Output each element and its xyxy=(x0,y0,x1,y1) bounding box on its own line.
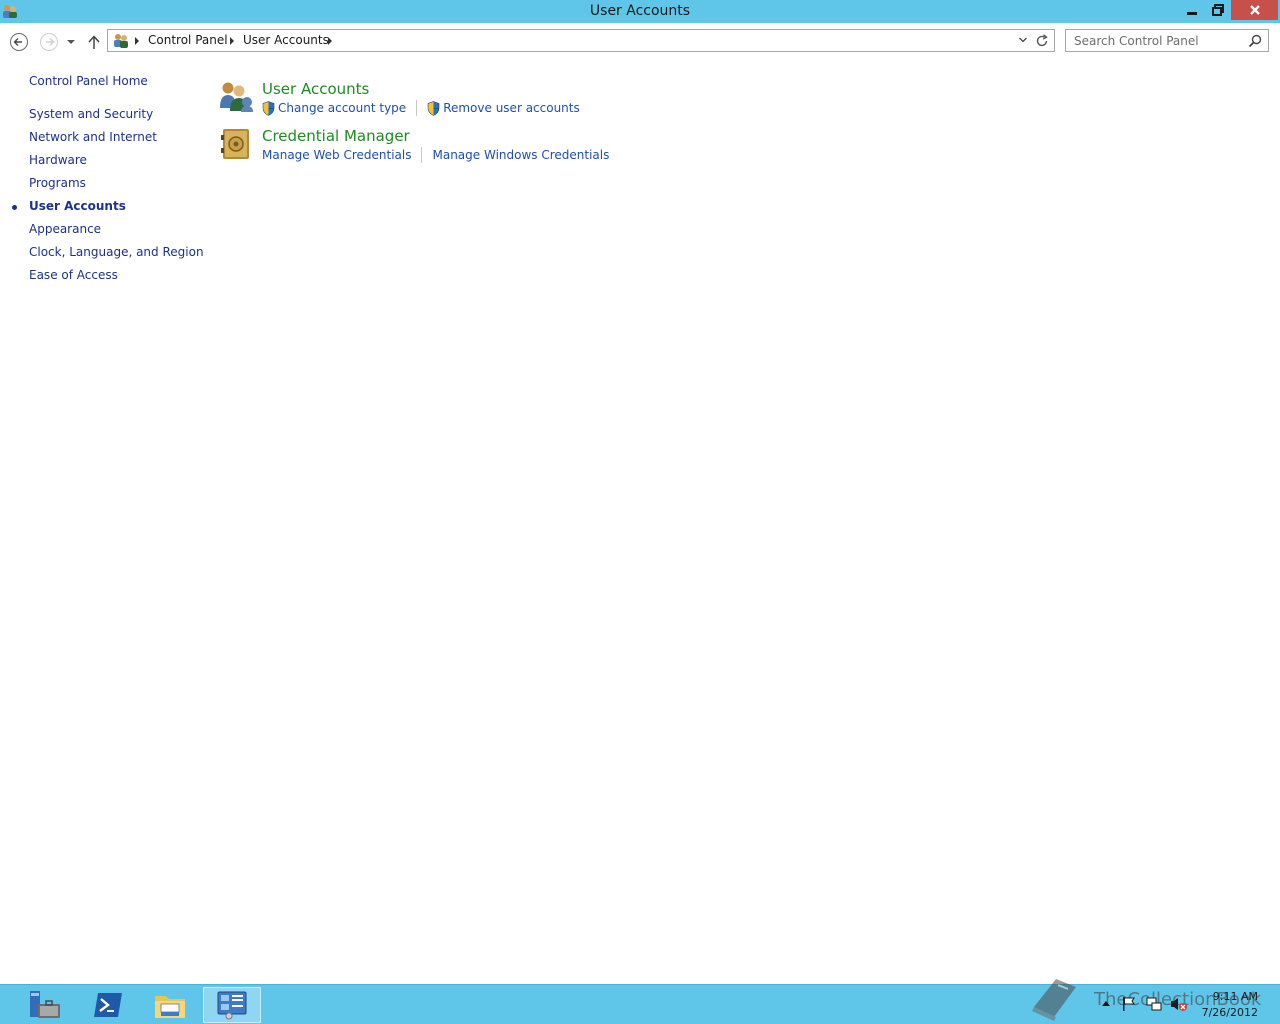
recent-locations-button[interactable] xyxy=(62,31,80,53)
forward-arrow-icon xyxy=(40,33,58,51)
uac-shield-icon xyxy=(427,100,440,116)
control-panel-icon xyxy=(217,991,247,1020)
sidebar-item-network-and-internet[interactable]: Network and Internet xyxy=(29,130,157,144)
breadcrumb-separator-icon[interactable] xyxy=(135,37,139,45)
manage-windows-credentials-link[interactable]: Manage Windows Credentials xyxy=(432,148,609,162)
back-button[interactable] xyxy=(8,31,30,53)
sidebar-item-system-and-security[interactable]: System and Security xyxy=(29,107,153,121)
file-explorer-icon xyxy=(155,996,185,1018)
volume-muted-icon[interactable] xyxy=(1170,996,1188,1012)
remove-user-accounts-label: Remove user accounts xyxy=(443,101,580,115)
back-arrow-icon xyxy=(10,33,28,51)
server-manager-icon xyxy=(30,991,60,1018)
minimize-icon xyxy=(1186,12,1197,15)
category-links: Change account type Remove user accounts xyxy=(262,100,580,116)
up-arrow-icon xyxy=(88,35,100,49)
remove-user-accounts-link[interactable]: Remove user accounts xyxy=(427,100,580,116)
category-title-credential-manager[interactable]: Credential Manager xyxy=(262,127,410,145)
taskbar-file-explorer[interactable] xyxy=(141,987,199,1023)
users-icon[interactable] xyxy=(217,78,253,114)
restore-button[interactable] xyxy=(1205,0,1231,20)
sidebar-item-control-panel-home[interactable]: Control Panel Home xyxy=(29,74,148,88)
sidebar-item-user-accounts: User Accounts xyxy=(29,199,126,213)
navigation-bar: Control Panel User Accounts xyxy=(0,23,1280,59)
breadcrumb-control-panel[interactable]: Control Panel xyxy=(148,33,228,47)
forward-button[interactable] xyxy=(38,31,60,53)
network-icon[interactable] xyxy=(1146,996,1162,1012)
search-box[interactable] xyxy=(1065,29,1269,52)
search-input[interactable] xyxy=(1066,30,1242,51)
close-button[interactable] xyxy=(1231,0,1278,20)
uac-shield-icon xyxy=(262,100,275,116)
control-panel-location-icon xyxy=(114,34,128,48)
address-history-dropdown-icon[interactable] xyxy=(1018,35,1028,45)
taskbar-server-manager[interactable] xyxy=(16,987,74,1023)
system-clock[interactable]: 9:11 AM 7/26/2012 xyxy=(1198,989,1258,1021)
taskbar-powershell[interactable] xyxy=(79,987,137,1023)
sidebar-item-hardware[interactable]: Hardware xyxy=(29,153,87,167)
category-links: Manage Web Credentials Manage Windows Cr… xyxy=(262,147,609,163)
window-title: User Accounts xyxy=(589,3,691,19)
action-center-flag-icon[interactable] xyxy=(1122,996,1136,1012)
address-bar[interactable]: Control Panel User Accounts xyxy=(107,29,1055,52)
close-icon xyxy=(1249,5,1260,15)
clock-date: 7/26/2012 xyxy=(1201,1006,1258,1019)
vault-icon[interactable] xyxy=(217,125,253,161)
sidebar-item-ease-of-access[interactable]: Ease of Access xyxy=(29,268,118,282)
powershell-icon xyxy=(94,993,122,1017)
taskbar: TheCollectionBook 9:11 AM 7/26/2012 xyxy=(0,979,1280,1024)
restore-icon xyxy=(1212,4,1224,16)
sidebar-item-appearance[interactable]: Appearance xyxy=(29,222,101,236)
book-icon xyxy=(1032,979,1076,1021)
clock-time: 9:11 AM xyxy=(1212,990,1258,1003)
taskbar-control-panel[interactable] xyxy=(203,987,261,1023)
breadcrumb-separator-icon[interactable] xyxy=(230,37,234,45)
link-divider xyxy=(421,147,423,163)
title-bar: User Accounts xyxy=(0,0,1280,23)
breadcrumb-separator-icon[interactable] xyxy=(328,37,332,45)
show-hidden-icons-icon[interactable] xyxy=(1101,999,1111,1007)
manage-web-credentials-link[interactable]: Manage Web Credentials xyxy=(262,148,411,162)
change-account-type-link[interactable]: Change account type xyxy=(262,100,407,116)
category-title-user-accounts[interactable]: User Accounts xyxy=(262,80,369,98)
link-divider xyxy=(416,100,418,116)
chevron-down-icon xyxy=(67,40,75,44)
search-icon[interactable] xyxy=(1248,34,1262,48)
sidebar-item-programs[interactable]: Programs xyxy=(29,176,86,190)
change-account-type-label: Change account type xyxy=(278,101,407,115)
breadcrumb-user-accounts[interactable]: User Accounts xyxy=(243,33,329,47)
up-button[interactable] xyxy=(84,31,104,53)
minimize-button[interactable] xyxy=(1178,0,1205,20)
sidebar-item-clock-language-region[interactable]: Clock, Language, and Region xyxy=(29,245,204,259)
current-item-bullet-icon xyxy=(12,205,17,210)
refresh-icon[interactable] xyxy=(1034,33,1050,49)
